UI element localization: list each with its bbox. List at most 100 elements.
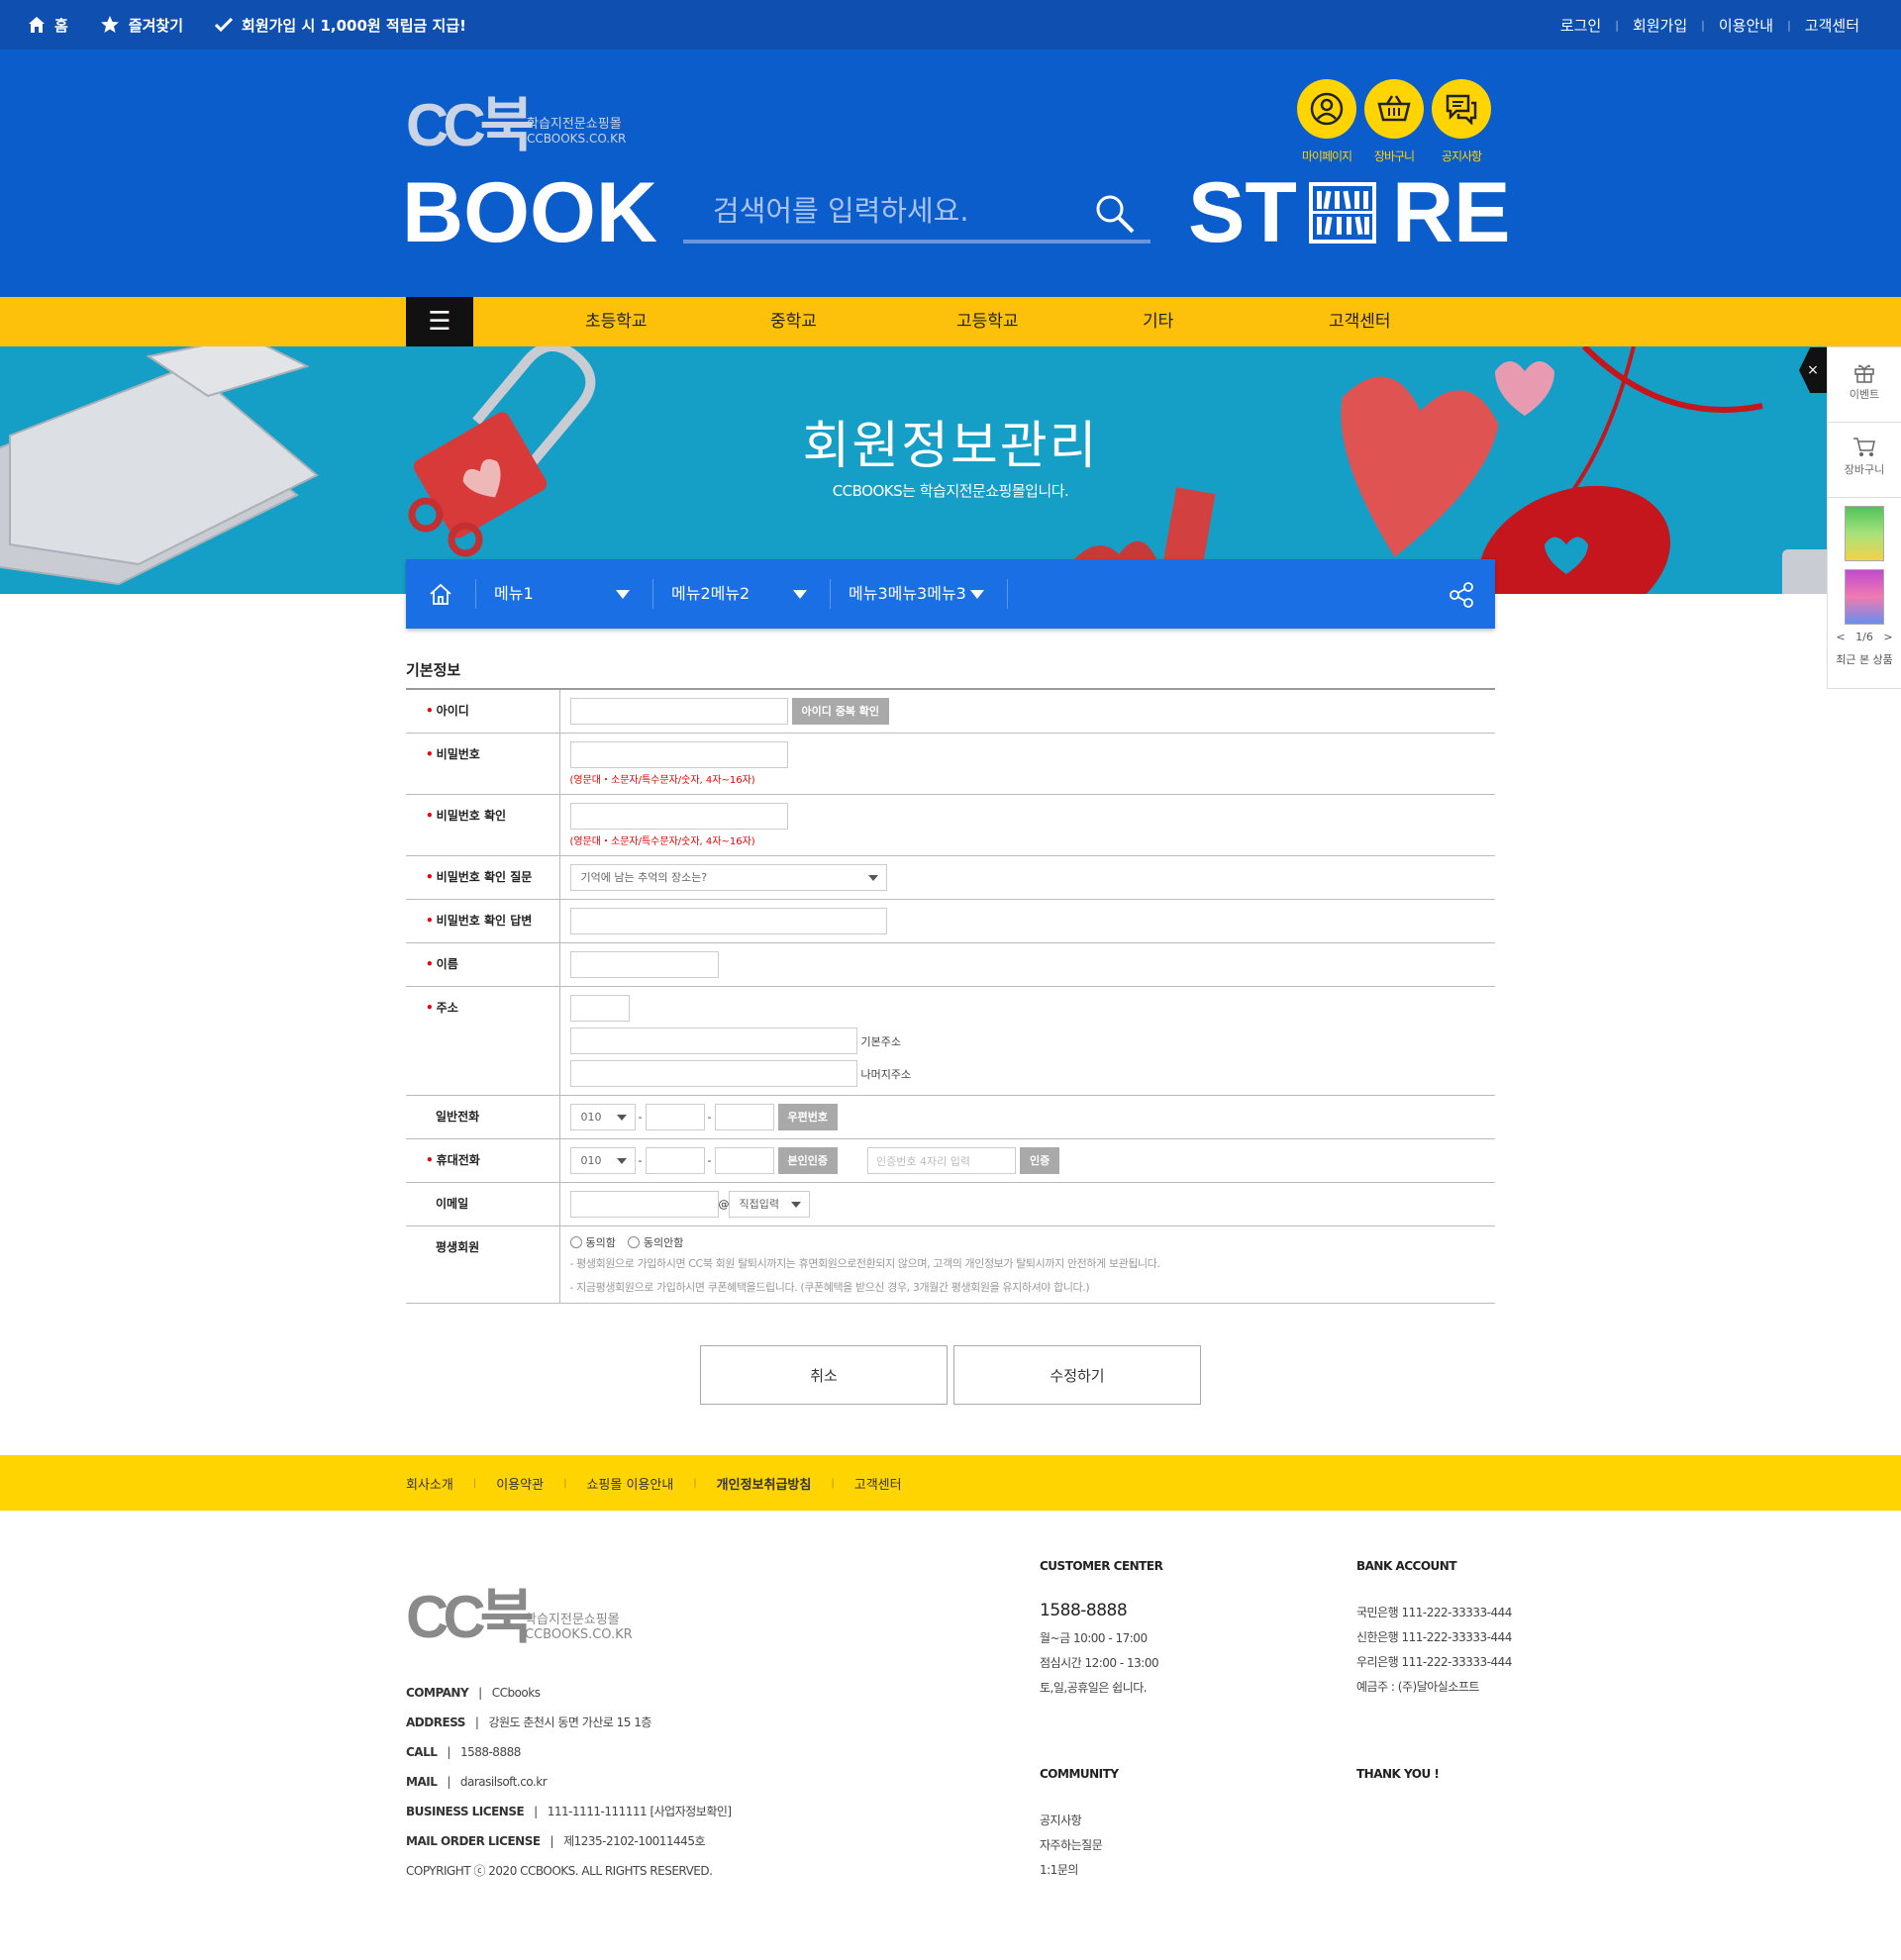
phone-last-input[interactable] <box>714 1104 774 1130</box>
customer-center-title: CUSTOMER CENTER <box>1040 1559 1163 1573</box>
info-business-license: BUSINESS LICENSE | 111-1111-111111 [사업자정보확… <box>406 1805 732 1818</box>
email-at-sign: @ <box>718 1198 730 1211</box>
recent-book-thumbnail[interactable] <box>1845 569 1884 625</box>
email-label: 이메일 <box>406 1182 560 1226</box>
community-qna-link[interactable]: 1:1문의 <box>1040 1858 1119 1883</box>
form-buttons: 취소 수정하기 <box>700 1345 1201 1405</box>
cart-button[interactable]: 장바구니 <box>1364 79 1424 164</box>
breadcrumb-home[interactable] <box>406 559 475 629</box>
email-id-input[interactable] <box>569 1191 719 1218</box>
guide-link[interactable]: 이용안내 <box>1705 15 1787 36</box>
password-input[interactable] <box>569 741 788 768</box>
site-logo[interactable]: CC북 학습지전문쇼핑몰 CCBOOKS.CO.KR <box>406 77 663 158</box>
id-check-button[interactable]: 아이디 중복 확인 <box>791 698 889 725</box>
prev-arrow-icon[interactable]: < <box>1836 631 1845 643</box>
top-bar: 홈 즐겨찾기 회원가입 시 1,000원 적립금 지급! 로그인 | 회원가입 | … <box>0 0 1901 49</box>
share-icon[interactable] <box>1448 581 1475 609</box>
breadcrumb-menu-2[interactable]: 메뉴2메뉴2 <box>671 559 750 629</box>
agree-radio[interactable]: 동의함 <box>569 1234 616 1250</box>
quick-cart-label: 장바구니 <box>1844 463 1885 476</box>
footer-link-support[interactable]: 고객센터 <box>854 1474 902 1493</box>
lifetime-label: 평생회원 <box>406 1225 560 1304</box>
password-confirm-input[interactable] <box>569 803 788 830</box>
address-basic-input[interactable] <box>569 1028 857 1054</box>
chevron-down-icon[interactable] <box>793 590 807 599</box>
footer-link-terms[interactable]: 이용약관 <box>496 1474 544 1493</box>
footer-logo-sub: 학습지전문쇼핑몰 <box>525 1613 620 1627</box>
phone-middle-input[interactable] <box>645 1104 705 1130</box>
community-faq-link[interactable]: 자주하는질문 <box>1040 1833 1119 1858</box>
breadcrumb: 메뉴1 메뉴2메뉴2 메뉴3메뉴3메뉴3 <box>406 559 1495 629</box>
zipcode-button[interactable]: 우편번호 <box>777 1104 838 1130</box>
footer-link-bar: 회사소개 | 이용약관 | 쇼핑몰 이용안내 | 개인정보취급방침 | 고객센터 <box>0 1455 1901 1511</box>
question-select[interactable]: 기억에 남는 추억의 장소는? <box>569 864 887 891</box>
name-input[interactable] <box>569 951 719 978</box>
search-icon[interactable] <box>1093 192 1137 236</box>
bank-account: BANK ACCOUNT 국민은행 111-222-33333-444 신한은행… <box>1356 1559 1512 1700</box>
footer-link-guide[interactable]: 쇼핑몰 이용안내 <box>586 1474 673 1493</box>
answer-input[interactable] <box>569 908 887 934</box>
footer-link-about[interactable]: 회사소개 <box>406 1474 453 1493</box>
footer-link-privacy[interactable]: 개인정보취급방침 <box>717 1474 812 1493</box>
nav-etc[interactable]: 기타 <box>1143 297 1173 346</box>
id-input[interactable] <box>569 698 788 725</box>
login-link[interactable]: 로그인 <box>1547 15 1615 36</box>
bookshelf-icon <box>1309 182 1376 244</box>
search-box <box>683 186 1151 244</box>
verify-confirm-button[interactable]: 인증 <box>1019 1147 1060 1174</box>
recent-book-thumbnail[interactable] <box>1845 506 1884 561</box>
chevron-down-icon[interactable] <box>616 590 630 599</box>
mypage-button[interactable]: 마이페이지 <box>1297 79 1356 164</box>
identity-verify-button[interactable]: 본인인증 <box>777 1147 838 1174</box>
email-domain-select[interactable]: 직접입력 <box>728 1191 810 1218</box>
community: COMMUNITY 공지사항 자주하는질문 1:1문의 <box>1040 1767 1119 1883</box>
home-link[interactable]: 홈 <box>28 15 68 36</box>
disagree-radio[interactable]: 동의안함 <box>627 1234 683 1250</box>
footer-logo-url: CCBOOKS.CO.KR <box>525 1627 633 1642</box>
nav-high[interactable]: 고등학교 <box>956 297 1019 346</box>
next-arrow-icon[interactable]: > <box>1883 631 1892 643</box>
quick-cart-button[interactable]: 장바구니 <box>1828 423 1901 498</box>
header-icons: 마이페이지 장바구니 공지사항 <box>1297 79 1491 164</box>
community-title: COMMUNITY <box>1040 1767 1119 1781</box>
notice-button[interactable]: 공지사항 <box>1432 79 1491 164</box>
quick-event-label: 이벤트 <box>1849 388 1880 401</box>
nav-elementary[interactable]: 초등학교 <box>585 297 648 346</box>
hours-weekday: 월~금 10:00 - 17:00 <box>1040 1631 1148 1645</box>
chevron-down-icon[interactable] <box>970 590 984 599</box>
hours-lunch: 점심시간 12:00 - 13:00 <box>1040 1656 1159 1670</box>
quick-event-button[interactable]: 이벤트 <box>1828 347 1901 423</box>
recent-page-count: 1/6 <box>1855 631 1873 643</box>
verify-code-input[interactable]: 인증번호 4자리 입력 <box>866 1147 1016 1174</box>
main-nav: ☰ 초등학교 중학교 고등학교 기타 고객센터 <box>0 297 1901 346</box>
recent-pager: < 1/6 > <box>1828 631 1901 643</box>
zipcode-input[interactable] <box>569 995 630 1022</box>
divider <box>1007 579 1008 609</box>
address-rest-input[interactable] <box>569 1060 857 1087</box>
logo-tagline: 학습지전문쇼핑몰 CCBOOKS.CO.KR <box>527 117 626 147</box>
promo-text: 회원가입 시 1,000원 적립금 지급! <box>215 15 466 36</box>
join-link[interactable]: 회원가입 <box>1619 15 1701 36</box>
search-input[interactable] <box>683 186 1079 236</box>
submit-button[interactable]: 수정하기 <box>953 1345 1201 1405</box>
divider: | <box>1615 18 1619 32</box>
name-label: • 이름 <box>406 942 560 987</box>
community-notice-link[interactable]: 공지사항 <box>1040 1809 1119 1833</box>
password-confirm-hint: (영문대・소문자/특수문자/숫자, 4자~16자) <box>569 836 755 847</box>
phone-prefix-select[interactable]: 010 <box>569 1104 636 1130</box>
mobile-prefix-select[interactable]: 010 <box>569 1147 636 1174</box>
address-rest-label: 나머지주소 <box>860 1067 912 1081</box>
nav-support[interactable]: 고객센터 <box>1329 297 1391 346</box>
mobile-last-input[interactable] <box>714 1147 774 1174</box>
breadcrumb-menu-1[interactable]: 메뉴1 <box>494 559 534 629</box>
address-label: • 주소 <box>406 986 560 1096</box>
cancel-button[interactable]: 취소 <box>700 1345 948 1405</box>
favorite-link[interactable]: 즐겨찾기 <box>100 15 183 36</box>
support-link[interactable]: 고객센터 <box>1791 15 1873 36</box>
footer-logo: CC북 학습지전문쇼핑몰 CCBOOKS.CO.KR <box>406 1569 663 1650</box>
breadcrumb-menu-3[interactable]: 메뉴3메뉴3메뉴3 <box>849 559 966 629</box>
mobile-middle-input[interactable] <box>645 1147 705 1174</box>
home-label: 홈 <box>54 16 68 35</box>
menu-button[interactable]: ☰ <box>406 297 473 346</box>
nav-middle[interactable]: 중학교 <box>770 297 817 346</box>
